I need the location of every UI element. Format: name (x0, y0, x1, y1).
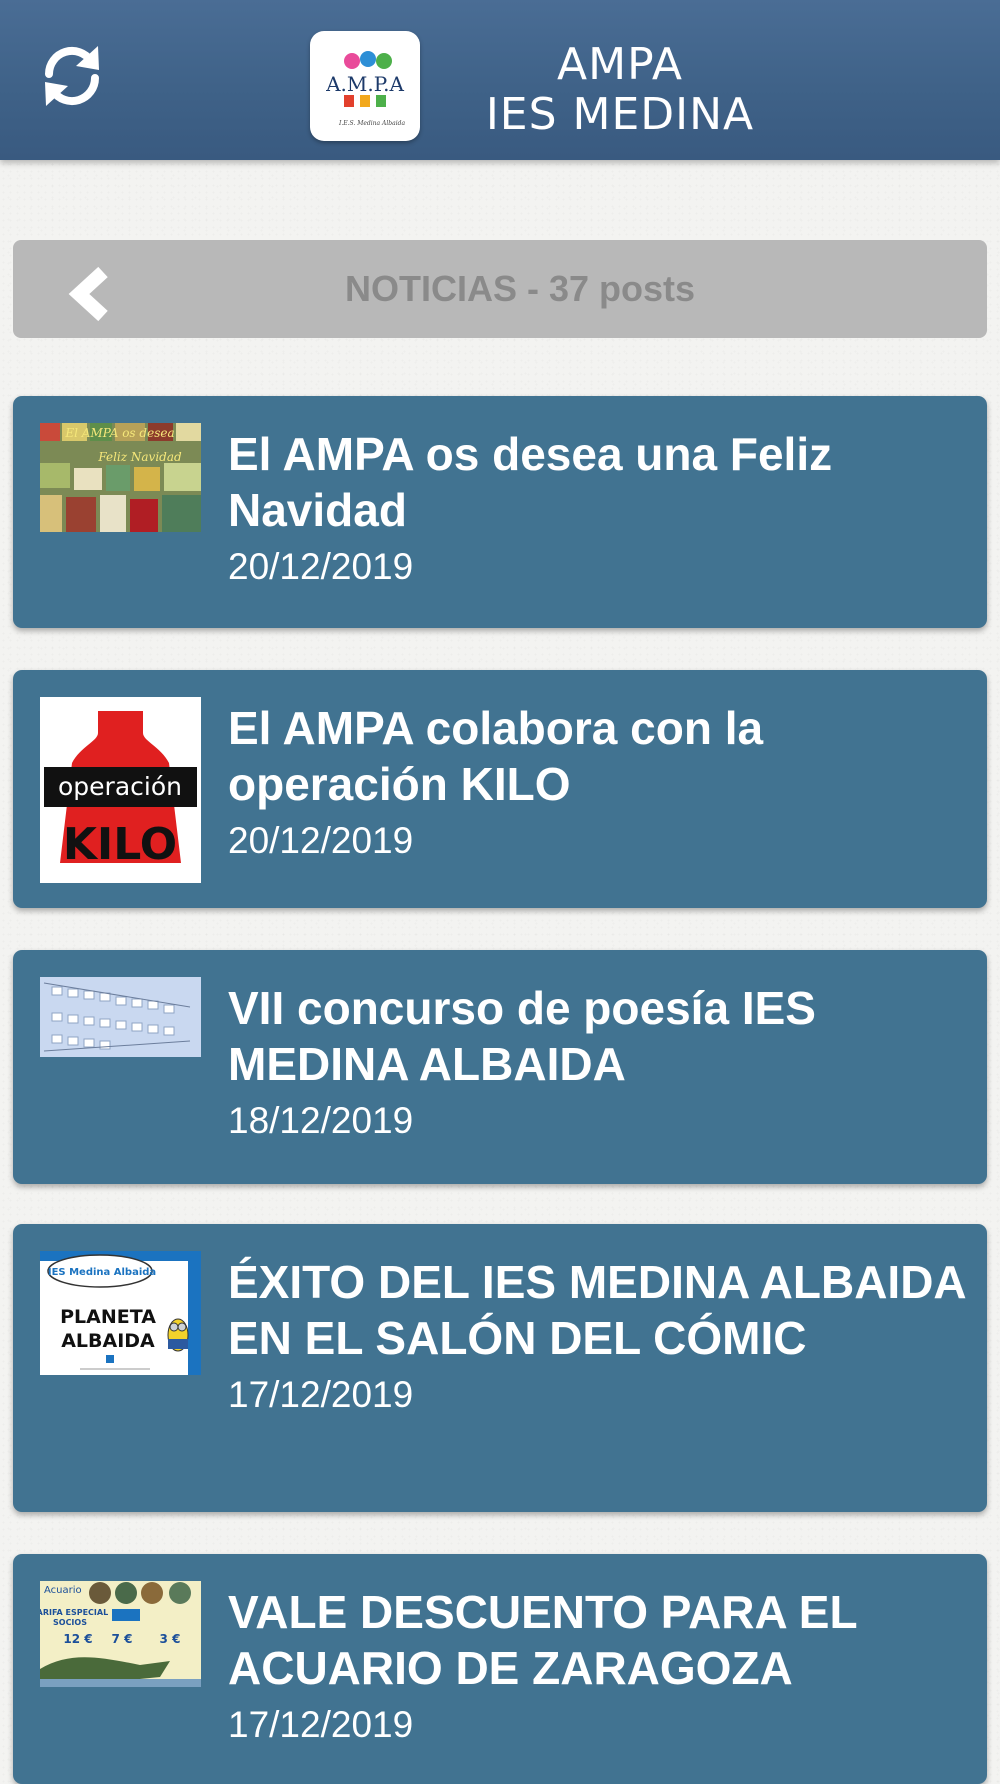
svg-text:operación: operación (58, 772, 182, 801)
refresh-icon (44, 46, 100, 106)
news-title: VII concurso de poesía IES MEDINA ALBAID… (228, 982, 816, 1090)
news-item[interactable]: IES Medina Albaida PLANETA ALBAIDA ÉXITO… (13, 1224, 987, 1512)
ampa-logo: A.M.P.A I.E.S. Medina Albaida (310, 31, 420, 141)
svg-text:A.M.P.A: A.M.P.A (325, 72, 404, 96)
news-thumbnail: IES Medina Albaida PLANETA ALBAIDA (40, 1251, 201, 1375)
svg-text:I.E.S. Medina Albaida: I.E.S. Medina Albaida (338, 120, 406, 127)
svg-text:KILO: KILO (63, 819, 177, 870)
svg-text:3 €: 3 € (160, 1632, 181, 1646)
news-title: El AMPA os desea una Feliz Navidad (228, 428, 833, 536)
news-date: 17/12/2019 (228, 1704, 414, 1745)
svg-text:7 €: 7 € (112, 1632, 133, 1646)
back-button[interactable] (63, 264, 123, 324)
section-title: NOTICIAS - 37 posts (344, 268, 696, 309)
app-title-line1: AMPA (557, 39, 683, 90)
news-thumbnail (40, 977, 201, 1057)
chevron-left-icon (68, 266, 108, 322)
news-thumbnail: El AMPA os desea Feliz Navidad (40, 423, 201, 532)
section-header-bar: NOTICIAS - 37 posts (13, 240, 987, 338)
news-text: El AMPA colabora con la operación KILO 2… (228, 700, 968, 864)
svg-text:El AMPA os desea: El AMPA os desea (64, 426, 174, 440)
news-text: VALE DESCUENTO PARA EL ACUARIO DE ZARAGO… (228, 1584, 968, 1748)
news-thumbnail: operación KILO (40, 697, 201, 883)
app-title: AMPA IES MEDINA (440, 40, 800, 140)
news-date: 18/12/2019 (228, 1100, 414, 1141)
news-text: ÉXITO DEL IES MEDINA ALBAIDA EN EL SALÓN… (228, 1254, 968, 1418)
news-date: 20/12/2019 (228, 546, 414, 587)
news-date: 17/12/2019 (228, 1374, 414, 1415)
news-item[interactable]: El AMPA os desea Feliz Navidad El AMPA o… (13, 396, 987, 628)
svg-text:SOCIOS: SOCIOS (53, 1618, 87, 1627)
news-title: ÉXITO DEL IES MEDINA ALBAIDA EN EL SALÓN… (228, 1256, 965, 1364)
app-header: A.M.P.A I.E.S. Medina Albaida AMPA IES M… (0, 0, 1000, 160)
news-title: VALE DESCUENTO PARA EL ACUARIO DE ZARAGO… (228, 1586, 857, 1694)
svg-text:Feliz Navidad: Feliz Navidad (97, 450, 182, 464)
svg-text:ALBAIDA: ALBAIDA (61, 1330, 155, 1352)
news-item[interactable]: Acuario TARIFA ESPECIAL SOCIOS 12 € 7 € … (13, 1554, 987, 1784)
svg-text:12 €: 12 € (63, 1632, 92, 1646)
news-thumbnail: Acuario TARIFA ESPECIAL SOCIOS 12 € 7 € … (40, 1581, 201, 1687)
app-title-line2: IES MEDINA (485, 89, 755, 140)
news-title: El AMPA colabora con la operación KILO (228, 702, 764, 810)
news-date: 20/12/2019 (228, 820, 414, 861)
refresh-button[interactable] (36, 40, 108, 112)
news-item[interactable]: operación KILO El AMPA colabora con la o… (13, 670, 987, 908)
svg-text:PLANETA: PLANETA (60, 1306, 156, 1328)
news-item[interactable]: VII concurso de poesía IES MEDINA ALBAID… (13, 950, 987, 1184)
svg-text:Acuario: Acuario (44, 1585, 82, 1596)
news-text: VII concurso de poesía IES MEDINA ALBAID… (228, 980, 968, 1144)
svg-text:TARIFA ESPECIAL: TARIFA ESPECIAL (40, 1608, 108, 1617)
svg-text:IES Medina Albaida: IES Medina Albaida (48, 1267, 156, 1278)
news-text: El AMPA os desea una Feliz Navidad 20/12… (228, 426, 968, 590)
